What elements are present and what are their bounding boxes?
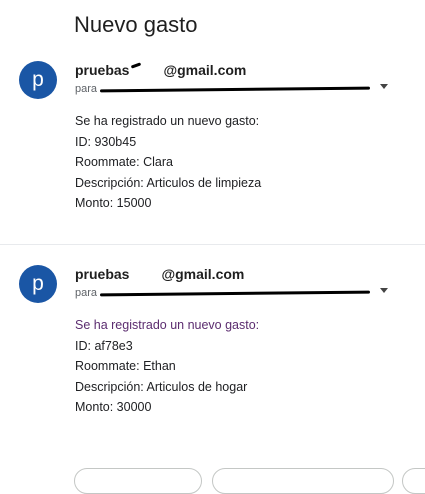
body-line: Roommate: Clara xyxy=(75,155,173,169)
reply-all-button[interactable] xyxy=(212,468,394,494)
body-line: Monto: 30000 xyxy=(75,400,152,414)
email-message[interactable]: p pruebas @gmail.com para Se ha registrad… xyxy=(0,58,425,245)
redacted-sender-part xyxy=(129,66,163,76)
reply-button[interactable] xyxy=(74,468,202,494)
message-body: Se ha registrado un nuevo gasto: ID: af7… xyxy=(75,315,259,418)
sender-domain: @gmail.com xyxy=(163,62,247,78)
body-line: ID: af78e3 xyxy=(75,338,133,353)
recipients-line[interactable]: para xyxy=(75,287,370,299)
sender-avatar[interactable]: p xyxy=(19,61,57,99)
message-body: Se ha registrado un nuevo gasto: ID: 930… xyxy=(75,111,261,214)
recipients-label: para xyxy=(75,83,98,95)
body-line: Se ha registrado un nuevo gasto: xyxy=(75,114,260,128)
body-line: ID: 930b45 xyxy=(75,134,137,149)
sender-line[interactable]: pruebas @gmail.com xyxy=(75,62,246,78)
recipients-label: para xyxy=(75,287,98,299)
redacted-recipients xyxy=(100,288,370,298)
email-message[interactable]: p pruebas @gmail.com para Se ha registrad… xyxy=(0,262,425,422)
body-line: Descripción: Articulos de limpieza xyxy=(75,175,262,190)
body-line: Se ha registrado un nuevo gasto: xyxy=(75,318,260,332)
email-subject: Nuevo gasto xyxy=(74,12,198,37)
sender-line[interactable]: pruebas @gmail.com xyxy=(75,266,244,282)
sender-name: pruebas xyxy=(75,266,130,282)
body-line: Roommate: Ethan xyxy=(75,359,176,373)
body-line: Monto: 15000 xyxy=(75,196,152,210)
forward-button[interactable] xyxy=(402,468,425,494)
sender-name: pruebas xyxy=(75,62,130,78)
reply-actions-bar xyxy=(0,462,425,494)
chevron-down-icon[interactable] xyxy=(380,288,388,293)
sender-domain: @gmail.com xyxy=(161,266,245,282)
sender-avatar[interactable]: p xyxy=(19,265,57,303)
body-line: Descripción: Articulos de hogar xyxy=(75,379,248,394)
redacted-sender-part xyxy=(129,270,161,280)
recipients-line[interactable]: para xyxy=(75,83,370,95)
chevron-down-icon[interactable] xyxy=(380,84,388,89)
redacted-recipients xyxy=(100,84,370,94)
